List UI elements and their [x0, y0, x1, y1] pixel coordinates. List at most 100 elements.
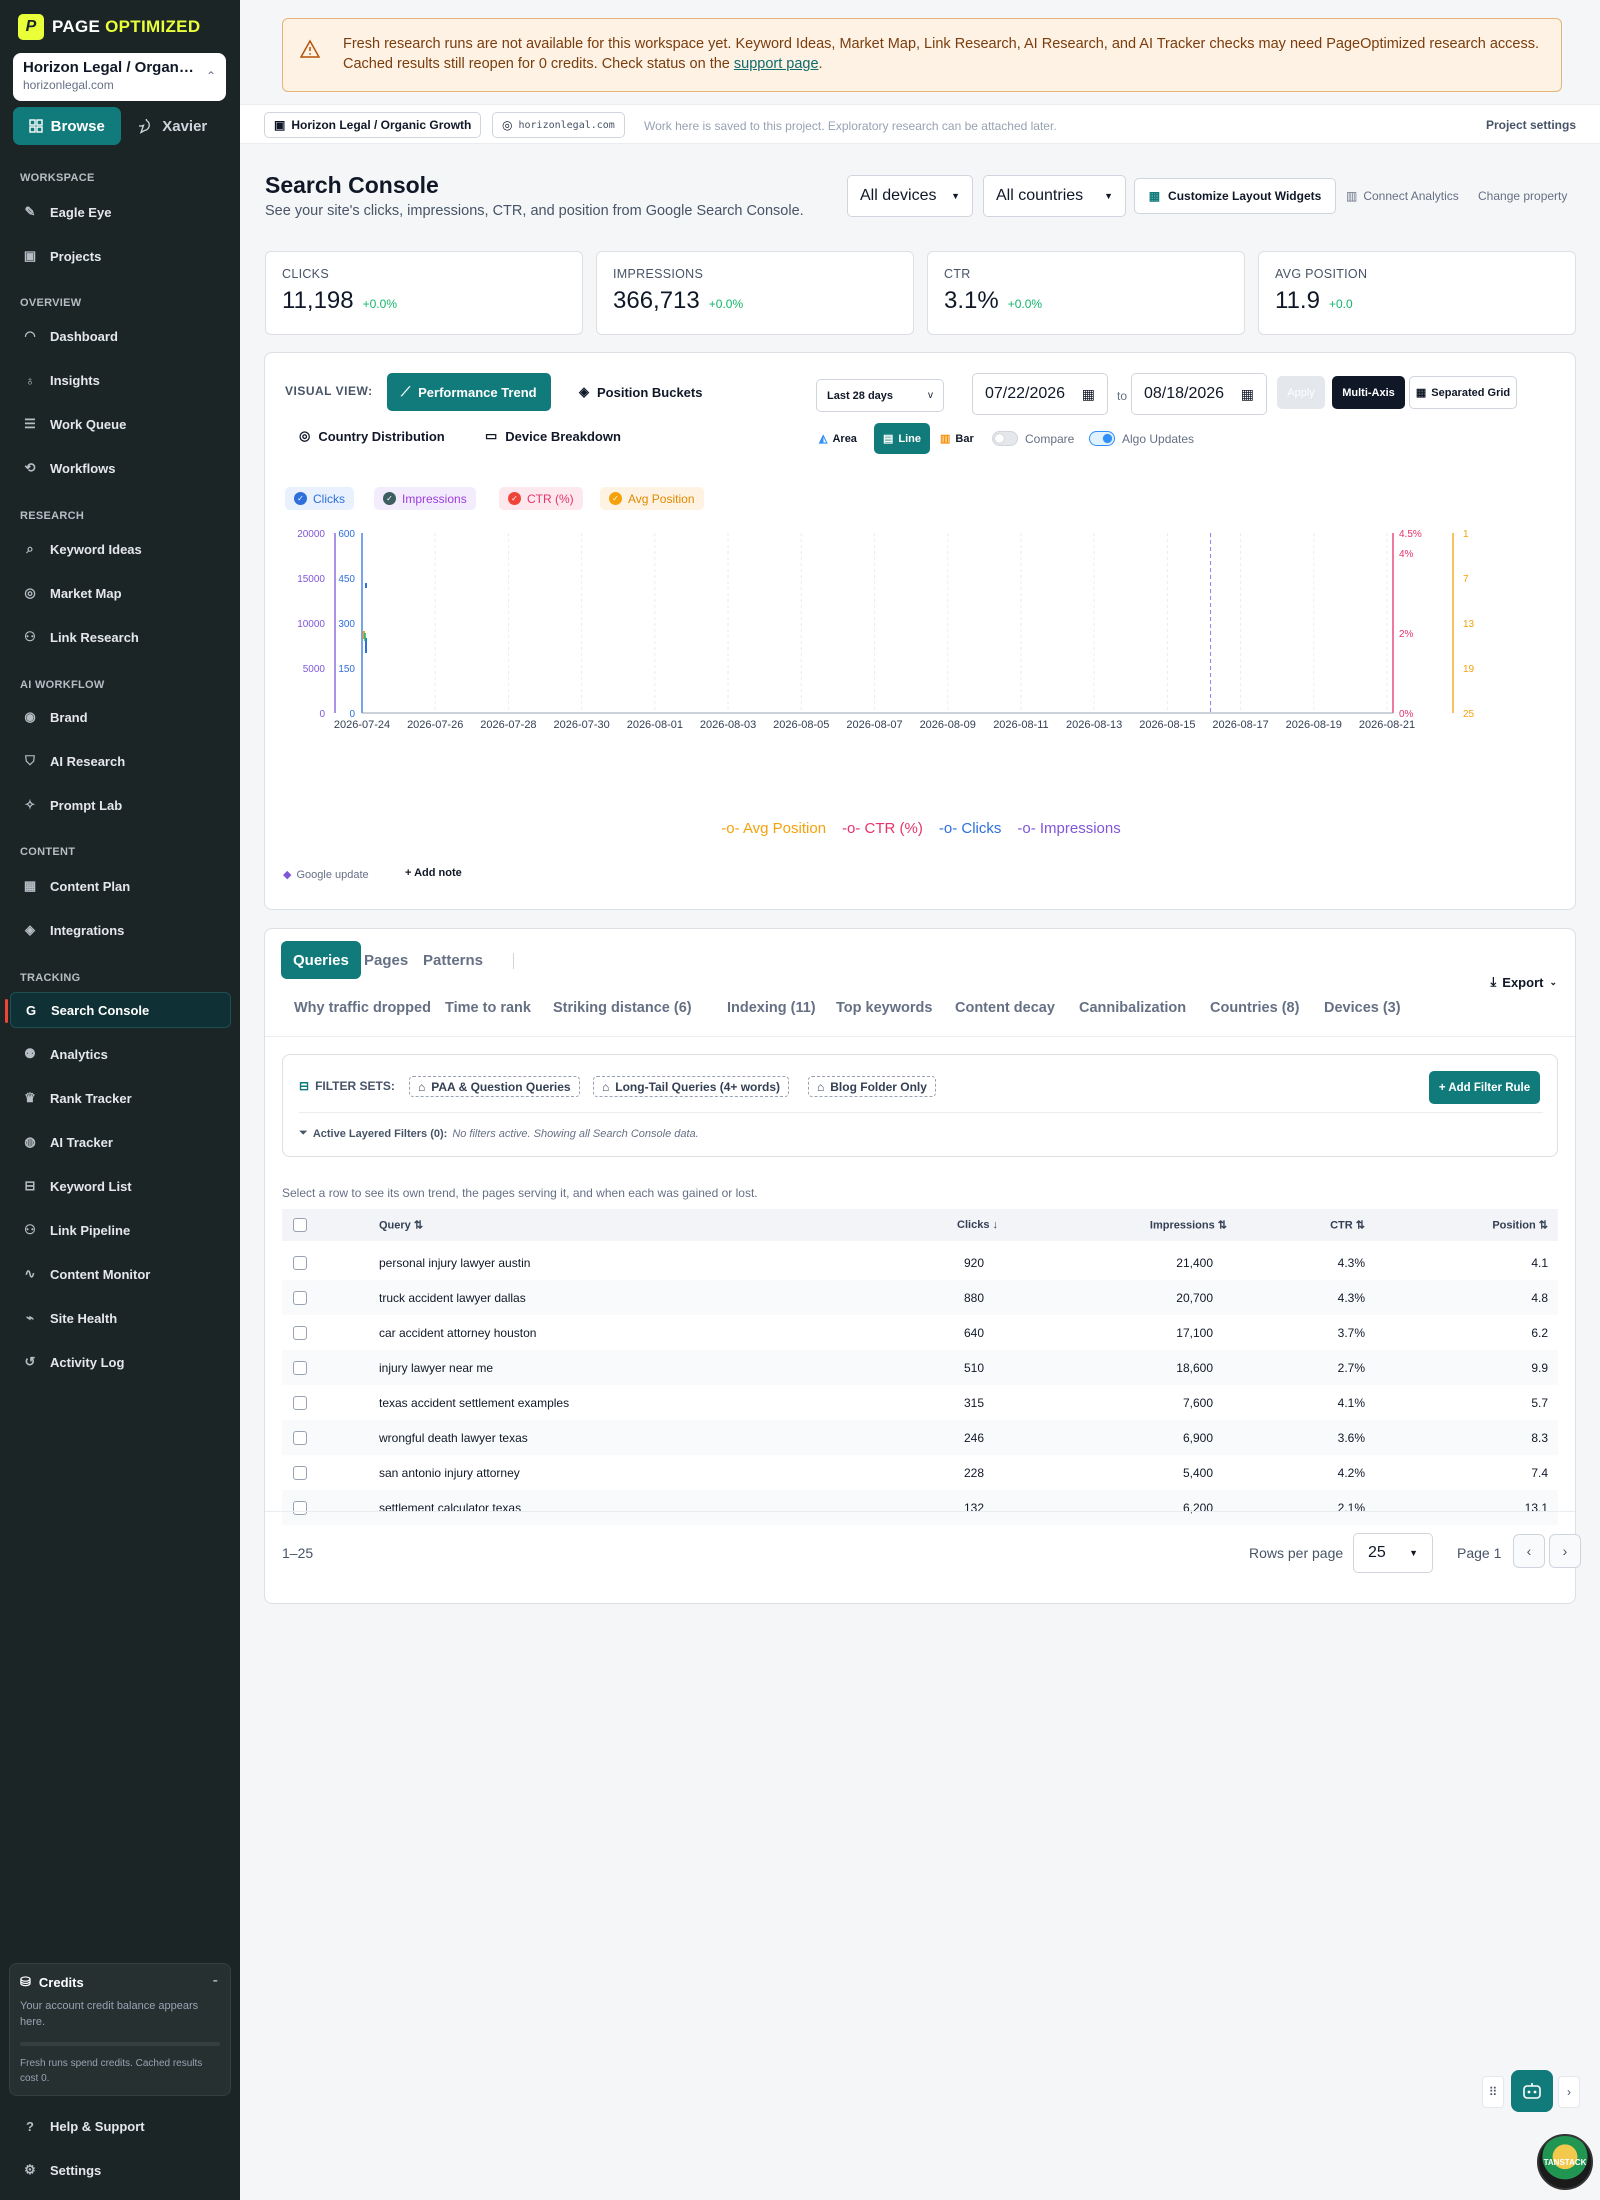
table-row[interactable]: injury lawyer near me 510 18,600 2.7% 9.…	[282, 1350, 1558, 1385]
tab-position-buckets[interactable]: ◈ Position Buckets	[565, 373, 716, 411]
col-impressions-header[interactable]: Impressions ⇅	[1150, 1219, 1227, 1232]
sidebar-item-projects[interactable]: ▣ Projects	[10, 238, 231, 274]
xavier-mode-button[interactable]: Xavier	[121, 107, 227, 145]
prev-page-button[interactable]: ‹	[1513, 1534, 1545, 1568]
table-row[interactable]: personal injury lawyer austin 920 21,400…	[282, 1245, 1558, 1280]
row-checkbox[interactable]	[293, 1465, 307, 1480]
filter-set-chip[interactable]: ⌂ PAA & Question Queries	[409, 1076, 580, 1097]
table-row[interactable]: san antonio injury attorney 228 5,400 4.…	[282, 1455, 1558, 1490]
expand-panel-button[interactable]: ›	[1558, 2076, 1580, 2108]
date-range-select[interactable]: Last 28 days v	[816, 379, 944, 412]
filter-set-chip[interactable]: ⌂ Long-Tail Queries (4+ words)	[593, 1076, 790, 1097]
sidebar-item-content-plan[interactable]: ▦ Content Plan	[10, 868, 231, 904]
sidebar-item-workflows[interactable]: ⟲ Workflows	[10, 450, 231, 486]
project-settings-link[interactable]: Project settings	[1486, 118, 1576, 132]
col-query-header[interactable]: Query ⇅	[379, 1219, 423, 1232]
drag-handle[interactable]: ⠿	[1482, 2076, 1504, 2108]
add-filter-rule-button[interactable]: + Add Filter Rule	[1429, 1071, 1540, 1104]
legend-item[interactable]: -o- CTR (%)	[842, 820, 923, 837]
sidebar-item-analytics[interactable]: ⚉ Analytics	[10, 1036, 231, 1072]
tab-performance-trend[interactable]: ⟋ Performance Trend	[387, 373, 551, 411]
subtab-countries[interactable]: Countries (8)	[1210, 1000, 1299, 1016]
end-date-input[interactable]: 08/18/2026 ▦	[1131, 373, 1267, 415]
sidebar-item-content-monitor[interactable]: ∿ Content Monitor	[10, 1256, 231, 1292]
subtab-cannibalization[interactable]: Cannibalization	[1079, 1000, 1186, 1016]
connect-analytics-link[interactable]: ▥ Connect Analytics	[1346, 189, 1459, 203]
sidebar-item-keyword-ideas[interactable]: ⌕ Keyword Ideas	[10, 531, 231, 567]
series-toggle-clicks[interactable]: ✓ Clicks	[285, 487, 354, 510]
subtab-time-to-rank[interactable]: Time to rank	[445, 1000, 531, 1016]
area-chart-button[interactable]: ◭ Area	[810, 423, 866, 454]
separated-grid-button[interactable]: ▦ Separated Grid	[1409, 376, 1517, 409]
collapse-credits-button[interactable]: -	[213, 1972, 218, 1990]
change-property-link[interactable]: Change property	[1478, 189, 1567, 203]
subtab-devices[interactable]: Devices (3)	[1324, 1000, 1401, 1016]
row-checkbox[interactable]	[293, 1325, 307, 1340]
subtab-top-keywords[interactable]: Top keywords	[836, 1000, 932, 1016]
legend-item[interactable]: -o- Avg Position	[721, 820, 826, 837]
algo-updates-toggle[interactable]: Algo Updates	[1089, 431, 1194, 446]
project-chip[interactable]: ▣ Horizon Legal / Organic Growth	[264, 112, 482, 138]
devices-dropdown[interactable]: All devices ▼	[847, 175, 973, 217]
sidebar-item-eagle-eye[interactable]: ✎ Eagle Eye	[10, 194, 231, 230]
tanstack-devtools-logo[interactable]: TANSTACK	[1537, 2134, 1593, 2190]
legend-item[interactable]: -o- Clicks	[939, 820, 1002, 837]
add-note-button[interactable]: + Add note	[405, 867, 462, 879]
rows-per-page-select[interactable]: 25 ▼	[1353, 1533, 1433, 1573]
col-position-header[interactable]: Position ⇅	[1492, 1219, 1548, 1232]
tab-pages[interactable]: Pages	[352, 941, 420, 979]
filter-set-chip[interactable]: ⌂ Blog Folder Only	[808, 1076, 936, 1097]
sidebar-item-search-console[interactable]: G Search Console	[5, 992, 231, 1028]
tab-country-distribution[interactable]: ◎ Country Distribution	[285, 417, 459, 455]
row-checkbox[interactable]	[293, 1430, 307, 1445]
tab-device-breakdown[interactable]: ▭ Device Breakdown	[471, 417, 635, 455]
sidebar-item-rank-tracker[interactable]: ♛ Rank Tracker	[10, 1080, 231, 1116]
assistant-bot-button[interactable]	[1511, 2070, 1553, 2112]
select-all-checkbox[interactable]	[293, 1218, 307, 1232]
subtab-why-traffic-dropped[interactable]: Why traffic dropped	[294, 1000, 431, 1016]
tab-queries[interactable]: Queries	[281, 941, 361, 979]
row-checkbox[interactable]	[293, 1360, 307, 1375]
row-checkbox[interactable]	[293, 1395, 307, 1410]
project-switcher[interactable]: Horizon Legal / Organic Growth horizonle…	[13, 53, 226, 101]
export-button[interactable]: ⤓ Export ⌄	[1491, 974, 1557, 990]
col-ctr-header[interactable]: CTR ⇅	[1330, 1219, 1365, 1232]
sidebar-item-insights[interactable]: ♁ Insights	[10, 362, 231, 398]
row-checkbox[interactable]	[293, 1255, 307, 1270]
customize-layout-button[interactable]: ▦ Customize Layout Widgets	[1134, 178, 1336, 214]
subtab-indexing[interactable]: Indexing (11)	[727, 1000, 816, 1016]
sidebar-item-work-queue[interactable]: ☰ Work Queue	[10, 406, 231, 442]
browse-mode-button[interactable]: Browse	[13, 107, 121, 145]
compare-toggle[interactable]: Compare	[992, 431, 1074, 446]
countries-dropdown[interactable]: All countries ▼	[983, 175, 1126, 217]
sidebar-item-link-research[interactable]: ⚇ Link Research	[10, 619, 231, 655]
line-chart-button[interactable]: ▤ Line	[874, 423, 931, 454]
bar-chart-button[interactable]: ▥ Bar	[931, 423, 983, 454]
tab-patterns[interactable]: Patterns	[411, 941, 495, 979]
sidebar-item-prompt-lab[interactable]: ✧ Prompt Lab	[10, 787, 231, 823]
subtab-content-decay[interactable]: Content decay	[955, 1000, 1055, 1016]
brand-logo[interactable]: P PAGE OPTIMIZED	[18, 14, 200, 40]
next-page-button[interactable]: ›	[1549, 1534, 1581, 1568]
row-checkbox[interactable]	[293, 1500, 307, 1515]
support-page-link[interactable]: support page	[734, 56, 819, 72]
algo-switch[interactable]	[1089, 431, 1115, 446]
compare-switch[interactable]	[992, 431, 1018, 446]
sidebar-item-ai-research[interactable]: ⛉ AI Research	[10, 743, 231, 779]
sidebar-item-market-map[interactable]: ◎ Market Map	[10, 575, 231, 611]
sidebar-item-link-pipeline[interactable]: ⚇ Link Pipeline	[10, 1212, 231, 1248]
col-clicks-header[interactable]: Clicks ↓	[957, 1219, 998, 1231]
sidebar-item-brand[interactable]: ◉ Brand	[10, 699, 231, 735]
sidebar-item-site-health[interactable]: ⌁ Site Health	[10, 1300, 231, 1336]
multi-axis-button[interactable]: Multi-Axis	[1332, 376, 1405, 409]
series-toggle-ctr[interactable]: ✓ CTR (%)	[499, 487, 583, 510]
sidebar-item-integrations[interactable]: ◈ Integrations	[10, 912, 231, 948]
sidebar-item-ai-tracker[interactable]: ◍ AI Tracker	[10, 1124, 231, 1160]
legend-item[interactable]: -o- Impressions	[1017, 820, 1120, 837]
row-checkbox[interactable]	[293, 1290, 307, 1305]
apply-button[interactable]: Apply	[1277, 376, 1325, 409]
table-row[interactable]: car accident attorney houston 640 17,100…	[282, 1315, 1558, 1350]
table-row[interactable]: truck accident lawyer dallas 880 20,700 …	[282, 1280, 1558, 1315]
sidebar-item-settings[interactable]: ⚙ Settings	[10, 2152, 231, 2188]
series-toggle-impressions[interactable]: ✓ Impressions	[374, 487, 476, 510]
